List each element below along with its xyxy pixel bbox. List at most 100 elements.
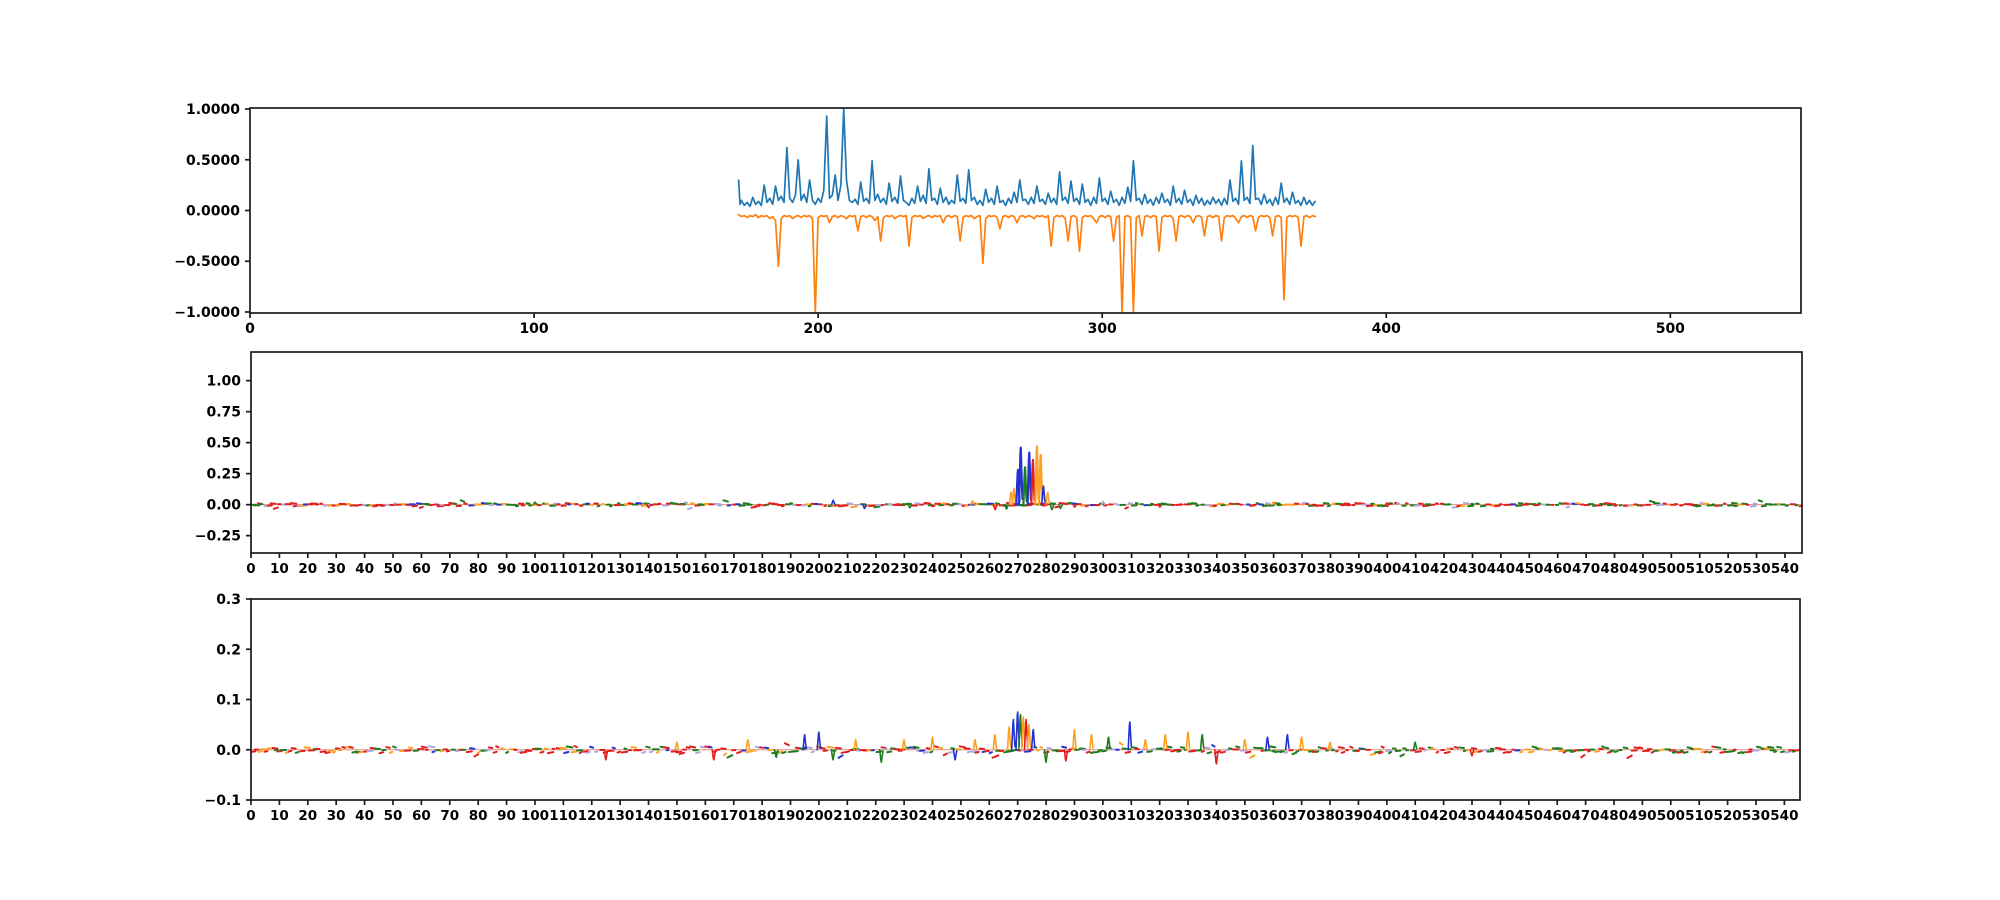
x-tick-label: 500: [1657, 561, 1685, 577]
noise-dash: [837, 754, 844, 759]
x-tick-label: 200: [805, 561, 833, 577]
noise-dash: [558, 746, 567, 750]
noise-dash: [408, 746, 414, 750]
noise-dash: [459, 499, 466, 503]
noise-dash: [1335, 749, 1339, 753]
noise-dash: [319, 750, 327, 753]
noise-dash: [905, 746, 910, 750]
noise-dash: [1780, 750, 1786, 754]
noise-dash: [1580, 754, 1586, 759]
x-tick-label: 240: [918, 808, 946, 824]
noise-dash: [1682, 750, 1689, 754]
noise-dash: [1054, 505, 1061, 509]
noise-dash: [1708, 750, 1713, 754]
noise-dash: [1695, 504, 1702, 508]
spike: [1199, 733, 1205, 751]
noise-dash: [573, 745, 579, 749]
noise-dash: [988, 751, 993, 755]
spike: [1026, 723, 1032, 751]
noise-dash: [378, 751, 385, 755]
noise-dash: [922, 751, 930, 755]
x-tick-label: 170: [720, 561, 748, 577]
noise-dash: [1719, 750, 1727, 754]
noise-dash: [616, 750, 622, 754]
y-tick-label: 0.5000: [186, 153, 240, 169]
x-tick-label: 470: [1572, 561, 1600, 577]
noise-dash: [1792, 750, 1796, 753]
x-tick-label: 520: [1714, 561, 1742, 577]
x-tick-label: 470: [1572, 808, 1600, 824]
x-tick-label: 310: [1117, 808, 1145, 824]
noise-dash: [480, 501, 486, 505]
x-tick-label: 170: [720, 808, 748, 824]
noise-dash: [1703, 750, 1709, 754]
noise-dash: [589, 745, 595, 749]
noise-dash: [570, 750, 577, 754]
x-tick-label: 460: [1544, 561, 1572, 577]
noise-dash: [1061, 745, 1068, 749]
x-tick-label: 190: [777, 561, 805, 577]
x-tick-label: 260: [975, 561, 1003, 577]
x-tick-label: 440: [1487, 561, 1515, 577]
x-tick-label: 250: [947, 808, 975, 824]
noise-dash: [723, 752, 728, 757]
noise-dash: [294, 750, 300, 754]
noise-dash: [263, 750, 269, 753]
spike: [1299, 736, 1304, 751]
y-tick-label: −0.1: [204, 793, 241, 809]
x-tick-label: 140: [635, 561, 663, 577]
spike: [674, 741, 680, 751]
y-tick-label: 1.00: [206, 374, 241, 390]
noise-dash: [834, 746, 842, 750]
noise-dash: [845, 750, 851, 754]
noise-dash: [1244, 750, 1252, 754]
noise-dash: [675, 750, 683, 754]
noise-dash: [726, 754, 734, 759]
y-tick-label: 1.0000: [186, 102, 240, 118]
noise-dash: [1046, 746, 1053, 750]
spike: [1058, 503, 1063, 510]
noise-dash: [688, 745, 697, 749]
x-tick-label: 290: [1061, 561, 1089, 577]
noise-dash: [655, 750, 660, 754]
x-tick-label: 120: [578, 808, 606, 824]
noise-dash: [341, 746, 347, 749]
noise-dash: [1462, 501, 1470, 505]
noise-dash: [1587, 749, 1591, 753]
x-tick-label: 300: [1088, 321, 1117, 337]
noise-dash: [1369, 752, 1377, 756]
noise-dash: [873, 505, 881, 509]
noise-dash: [1124, 506, 1129, 510]
noise-dash: [1211, 744, 1216, 748]
x-tick-label: 270: [1004, 808, 1032, 824]
x-tick-label: 320: [1146, 808, 1174, 824]
x-tick-label: 370: [1288, 808, 1316, 824]
noise-dash: [1652, 501, 1661, 505]
x-tick-label: 510: [1686, 561, 1714, 577]
spike: [1049, 503, 1055, 511]
spike: [1089, 733, 1094, 751]
noise-dash: [1730, 501, 1739, 505]
x-tick-label: 390: [1344, 808, 1372, 824]
noise-dash: [722, 499, 729, 503]
x-tick-label: 0: [246, 808, 255, 824]
noise-dash: [1755, 745, 1762, 749]
noise-dash: [991, 754, 1000, 759]
x-tick-label: 320: [1146, 561, 1174, 577]
noise-dash: [1494, 746, 1502, 750]
spike: [1143, 738, 1148, 751]
noise-dash: [1137, 750, 1143, 754]
noise-dash: [1626, 754, 1633, 759]
noise-dash: [1749, 504, 1757, 508]
noise-dash: [1257, 746, 1264, 750]
noise-dash: [1179, 746, 1186, 749]
spike: [1242, 738, 1248, 751]
spike: [1045, 491, 1051, 506]
noise-dash: [495, 745, 500, 749]
spike: [1469, 748, 1475, 757]
noise-dash: [790, 750, 799, 753]
x-tick-label: 60: [412, 808, 431, 824]
x-tick-label: 380: [1316, 561, 1344, 577]
x-tick-label: 100: [521, 808, 549, 824]
noise-dash: [324, 751, 331, 755]
